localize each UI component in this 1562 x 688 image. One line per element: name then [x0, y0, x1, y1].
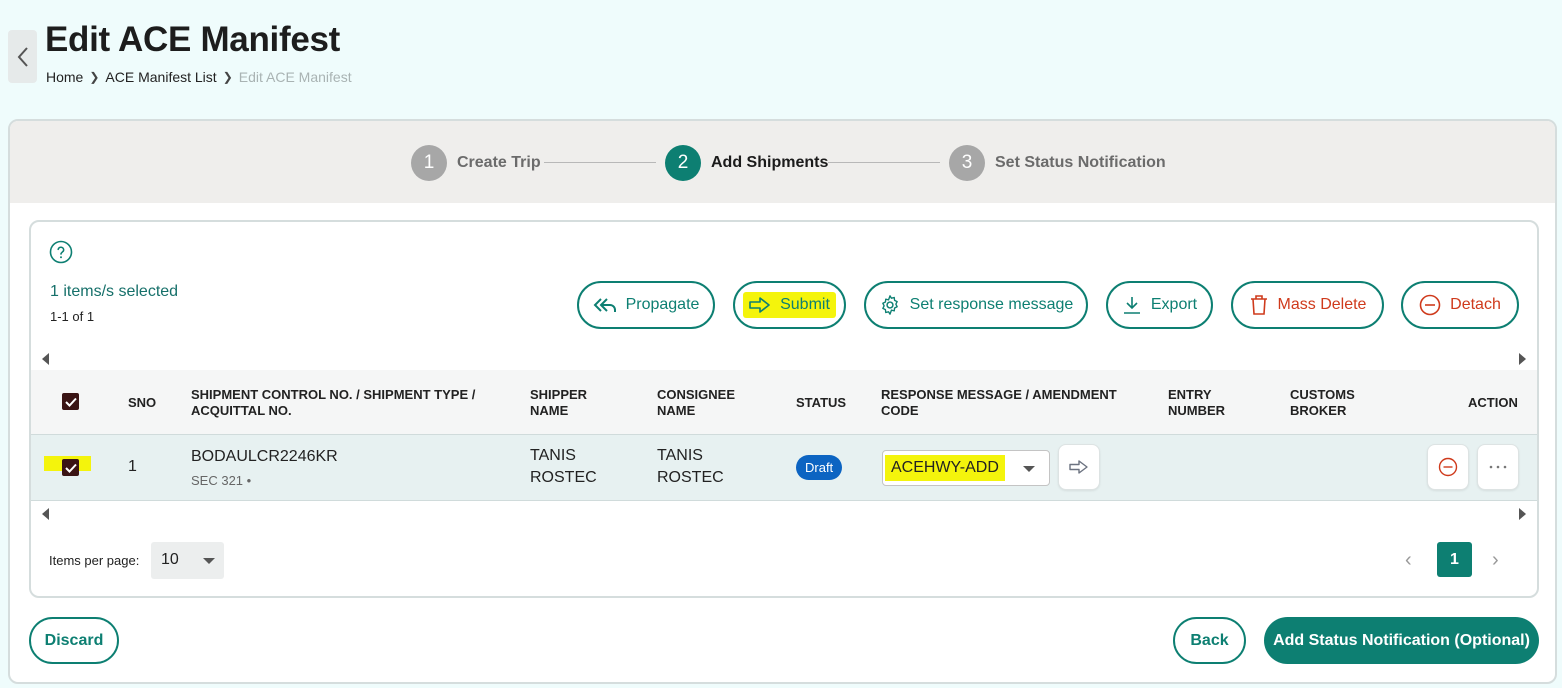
- column-sno[interactable]: SNO: [128, 395, 156, 411]
- column-action: ACTION: [1468, 395, 1518, 410]
- breadcrumb-home[interactable]: Home: [46, 69, 83, 85]
- range-text: 1-1 of 1: [50, 309, 95, 324]
- response-code-select[interactable]: ACEHWY-ADD: [882, 450, 1050, 486]
- step-label: Set Status Notification: [995, 154, 1166, 171]
- step-number: 3: [949, 145, 985, 181]
- select-all-checkbox[interactable]: [62, 393, 79, 410]
- step-number: 1: [411, 145, 447, 181]
- scroll-left-icon[interactable]: [42, 508, 49, 520]
- minus-circle-icon: [1438, 457, 1458, 477]
- minus-circle-icon: [1419, 294, 1441, 316]
- column-response[interactable]: RESPONSE MESSAGE / AMENDMENT CODE: [881, 387, 1131, 419]
- caret-down-icon: [203, 558, 215, 564]
- cell-shipper-name: TANIS ROSTEC: [530, 447, 597, 486]
- detach-button[interactable]: Detach: [1401, 281, 1519, 329]
- column-shipper[interactable]: SHIPPER NAME: [530, 387, 600, 419]
- download-icon: [1123, 297, 1140, 314]
- arrow-right-icon: [1069, 460, 1088, 474]
- cell-consignee-name: TANIS ROSTEC: [657, 447, 724, 486]
- items-per-page-value: 10: [161, 551, 179, 568]
- apply-response-button[interactable]: [1058, 444, 1100, 490]
- breadcrumb: Home ❯ ACE Manifest List ❯ Edit ACE Mani…: [46, 69, 352, 85]
- chevron-left-icon: [17, 46, 28, 67]
- breadcrumb-current: Edit ACE Manifest: [238, 69, 352, 85]
- shipments-panel: 1 items/s selected 1-1 of 1 Propagate Su…: [29, 220, 1539, 598]
- submit-label: Submit: [780, 296, 830, 313]
- step-label: Add Shipments: [711, 154, 829, 171]
- breadcrumb-separator-icon: ❯: [89, 70, 100, 84]
- submit-button[interactable]: Submit: [733, 281, 846, 329]
- scroll-left-icon[interactable]: [42, 353, 49, 365]
- scroll-right-icon[interactable]: [1519, 353, 1526, 365]
- trash-icon: [1250, 295, 1267, 315]
- detach-row-button[interactable]: [1427, 444, 1469, 490]
- page-title: Edit ACE Manifest: [45, 20, 341, 59]
- step-status-notification[interactable]: 3 Set Status Notification: [949, 145, 1166, 181]
- status-badge: Draft: [796, 455, 843, 480]
- detach-label: Detach: [1450, 296, 1501, 313]
- scroll-right-icon[interactable]: [1519, 508, 1526, 520]
- stepper: 1 Create Trip 2 Add Shipments 3 Set Stat…: [10, 121, 1555, 203]
- gear-icon: [881, 295, 898, 315]
- arrow-right-icon: [749, 297, 770, 313]
- propagate-label: Propagate: [625, 296, 700, 313]
- more-actions-button[interactable]: [1477, 444, 1519, 490]
- add-status-notification-button[interactable]: Add Status Notification (Optional): [1264, 617, 1539, 664]
- step-connector: [828, 162, 940, 163]
- checkmark-icon: [64, 397, 77, 407]
- set-response-message-button[interactable]: Set response message: [864, 281, 1088, 329]
- caret-down-icon: [1023, 466, 1035, 472]
- discard-button[interactable]: Discard: [29, 617, 119, 664]
- row-checkbox[interactable]: [62, 459, 79, 476]
- propagate-button[interactable]: Propagate: [577, 281, 715, 329]
- column-consignee[interactable]: CONSIGNEE NAME: [657, 387, 747, 419]
- more-horizontal-icon: [1489, 465, 1507, 469]
- column-broker[interactable]: CUSTOMS BROKER: [1290, 387, 1370, 419]
- back-button[interactable]: Back: [1173, 617, 1246, 664]
- mass-delete-button[interactable]: Mass Delete: [1231, 281, 1384, 329]
- cell-shipment-control-no: BODAULCR2246KR: [191, 448, 338, 465]
- help-circle-icon[interactable]: [49, 240, 73, 264]
- table-row[interactable]: 1 BODAULCR2246KR SEC 321 • TANIS ROSTEC …: [31, 434, 1537, 501]
- breadcrumb-manifest-list[interactable]: ACE Manifest List: [105, 69, 216, 85]
- breadcrumb-separator-icon: ❯: [222, 70, 233, 84]
- submit-highlight: Submit: [743, 292, 836, 318]
- step-number: 2: [665, 145, 701, 181]
- step-connector: [544, 162, 656, 163]
- main-card: 1 Create Trip 2 Add Shipments 3 Set Stat…: [8, 119, 1557, 684]
- table-header: SNO SHIPMENT CONTROL NO. / SHIPMENT TYPE…: [31, 370, 1537, 434]
- set-response-label: Set response message: [909, 296, 1074, 313]
- response-code-value: ACEHWY-ADD: [885, 455, 1005, 481]
- items-per-page-label: Items per page:: [49, 553, 140, 568]
- current-page-button[interactable]: 1: [1437, 542, 1472, 577]
- step-label: Create Trip: [457, 154, 541, 171]
- step-create-trip[interactable]: 1 Create Trip: [411, 145, 541, 181]
- cell-sno: 1: [128, 458, 137, 475]
- export-button[interactable]: Export: [1106, 281, 1213, 329]
- column-shipment[interactable]: SHIPMENT CONTROL NO. / SHIPMENT TYPE / A…: [191, 387, 491, 419]
- checkmark-icon: [64, 463, 77, 473]
- step-add-shipments[interactable]: 2 Add Shipments: [665, 145, 828, 181]
- horizontal-scrollbar-bottom[interactable]: [31, 505, 1537, 523]
- cell-shipment-type: SEC 321 •: [191, 473, 252, 488]
- back-nav-button[interactable]: [8, 30, 37, 83]
- export-label: Export: [1150, 296, 1198, 313]
- horizontal-scrollbar-top[interactable]: [31, 350, 1537, 368]
- column-status[interactable]: STATUS: [796, 395, 846, 411]
- items-per-page-select[interactable]: 10: [151, 542, 224, 579]
- next-page-icon[interactable]: ›: [1492, 549, 1499, 572]
- column-entry[interactable]: ENTRY NUMBER: [1168, 387, 1238, 419]
- reply-all-icon: [593, 298, 616, 312]
- selection-count: 1 items/s selected: [50, 283, 179, 300]
- mass-delete-label: Mass Delete: [1277, 296, 1367, 313]
- prev-page-icon[interactable]: ‹: [1405, 549, 1412, 572]
